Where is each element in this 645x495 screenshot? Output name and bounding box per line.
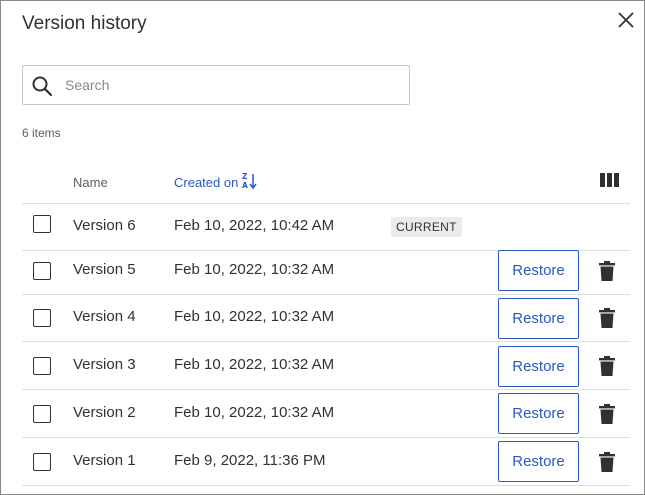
created-date: Feb 10, 2022, 10:32 AM — [174, 308, 335, 325]
restore-button[interactable]: Restore — [498, 298, 579, 339]
version-name: Version 4 — [73, 308, 136, 325]
table-row: Version 6 Feb 10, 2022, 10:42 AM CURRENT — [22, 204, 630, 251]
item-count: 6 items — [22, 126, 61, 140]
restore-button[interactable]: Restore — [498, 441, 579, 482]
row-checkbox[interactable] — [33, 215, 51, 233]
restore-button[interactable]: Restore — [498, 250, 579, 291]
delete-icon[interactable] — [599, 308, 615, 328]
search-icon — [32, 76, 53, 97]
table-row: Version 4 Feb 10, 2022, 10:32 AM Restore — [22, 295, 630, 342]
created-date: Feb 10, 2022, 10:32 AM — [174, 404, 335, 421]
search-box[interactable] — [22, 65, 410, 105]
svg-text:A: A — [242, 181, 248, 190]
svg-text:Z: Z — [242, 172, 248, 181]
row-checkbox[interactable] — [33, 309, 51, 327]
created-date: Feb 9, 2022, 11:36 PM — [174, 452, 326, 469]
delete-icon[interactable] — [599, 404, 615, 424]
row-checkbox[interactable] — [33, 453, 51, 471]
version-name: Version 1 — [73, 452, 136, 469]
version-name: Version 6 — [73, 217, 136, 234]
version-name: Version 3 — [73, 356, 136, 373]
column-header-created-on-label: Created on — [174, 175, 239, 190]
search-input[interactable] — [65, 72, 395, 98]
close-icon — [618, 12, 634, 28]
created-date: Feb 10, 2022, 10:32 AM — [174, 261, 335, 278]
close-button[interactable] — [613, 7, 639, 33]
sort-descending-icon: Z A — [242, 172, 257, 190]
delete-icon[interactable] — [599, 452, 615, 472]
created-date: Feb 10, 2022, 10:42 AM — [174, 217, 335, 234]
column-header-created-on[interactable]: Created on Z A — [174, 172, 258, 190]
table-row: Version 5 Feb 10, 2022, 10:32 AM Restore — [22, 248, 630, 295]
row-checkbox[interactable] — [33, 405, 51, 423]
table-row: Version 3 Feb 10, 2022, 10:32 AM Restore — [22, 343, 630, 390]
restore-button[interactable]: Restore — [498, 346, 579, 387]
table-row: Version 1 Feb 9, 2022, 11:36 PM Restore — [22, 439, 630, 486]
columns-icon[interactable] — [600, 172, 620, 188]
current-badge: CURRENT — [391, 217, 462, 237]
version-name: Version 5 — [73, 261, 136, 278]
version-name: Version 2 — [73, 404, 136, 421]
restore-button[interactable]: Restore — [498, 393, 579, 434]
row-checkbox[interactable] — [33, 262, 51, 280]
row-checkbox[interactable] — [33, 357, 51, 375]
delete-icon[interactable] — [599, 356, 615, 376]
version-history-dialog: Version history 6 items Name Created on … — [0, 0, 645, 495]
column-header-name[interactable]: Name — [73, 175, 108, 190]
delete-icon[interactable] — [599, 261, 615, 281]
dialog-title: Version history — [22, 13, 147, 34]
created-date: Feb 10, 2022, 10:32 AM — [174, 356, 335, 373]
table-row: Version 2 Feb 10, 2022, 10:32 AM Restore — [22, 391, 630, 438]
